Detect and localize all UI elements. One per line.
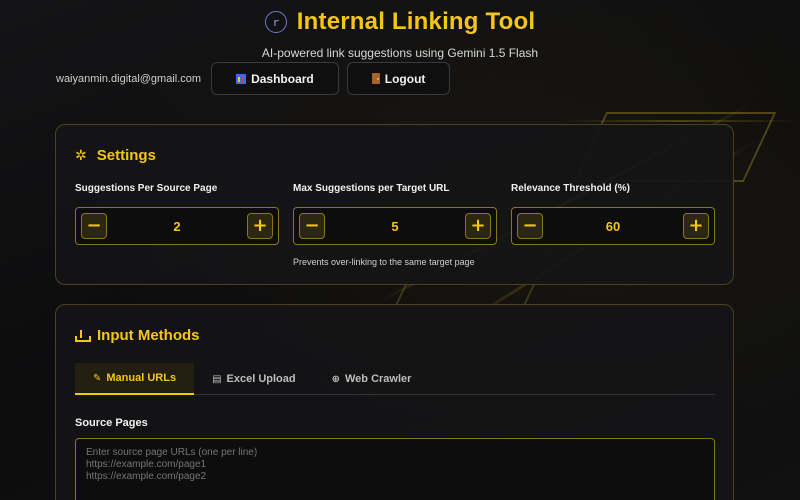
- field-label: Relevance Threshold (%): [511, 183, 630, 194]
- increment-button[interactable]: +: [246, 213, 273, 239]
- input-methods-header: Input Methods: [75, 327, 199, 344]
- edit-icon: ✎: [93, 372, 102, 384]
- app-logo-icon: r: [264, 11, 287, 33]
- app-header: r Internal Linking Tool AI-powered link …: [0, 0, 800, 60]
- door-icon: [371, 73, 380, 84]
- page-subtitle: AI-powered link suggestions using Gemini…: [261, 46, 539, 60]
- page-title: Internal Linking Tool: [296, 8, 536, 35]
- input-methods-title: Input Methods: [97, 327, 200, 344]
- tab-label: Manual URLs: [106, 372, 177, 384]
- increment-button[interactable]: +: [464, 213, 491, 239]
- source-pages-input[interactable]: [75, 438, 715, 500]
- field-label: Max Suggestions per Target URL: [293, 183, 450, 194]
- dashboard-button-label: Dashboard: [251, 71, 314, 86]
- input-method-tabs: ✎ Manual URLs ▤ Excel Upload ⊕ Web Crawl…: [75, 363, 715, 395]
- relevance-threshold-stepper: − 60 +: [511, 207, 715, 245]
- tab-label: Excel Upload: [226, 373, 296, 385]
- stepper-value[interactable]: 2: [173, 219, 180, 234]
- title-row: r Internal Linking Tool: [0, 7, 800, 37]
- tab-manual-urls[interactable]: ✎ Manual URLs: [75, 363, 195, 395]
- tab-excel-upload[interactable]: ▤ Excel Upload: [194, 363, 314, 395]
- input-methods-card: Input Methods ✎ Manual URLs ▤ Excel Uplo…: [55, 304, 734, 500]
- source-pages-label: Source Pages: [75, 417, 148, 429]
- settings-card: ✲ Settings Suggestions Per Source Page −…: [55, 124, 734, 285]
- decrement-button[interactable]: −: [517, 213, 543, 239]
- stepper-value[interactable]: 60: [606, 219, 620, 234]
- field-relevance-threshold: Relevance Threshold (%) − 60 +: [511, 183, 715, 267]
- increment-button[interactable]: +: [683, 213, 709, 239]
- user-email: waiyanmin.digital@gmail.com: [56, 72, 202, 85]
- chart-icon: [236, 73, 247, 84]
- page: r Internal Linking Tool AI-powered link …: [0, 0, 800, 500]
- logout-button[interactable]: Logout: [346, 62, 451, 95]
- file-icon: ▤: [212, 373, 222, 385]
- field-max-suggestions-per-target: Max Suggestions per Target URL − 5 + Pre…: [293, 183, 497, 267]
- field-hint: Prevents over-linking to the same target…: [293, 257, 475, 267]
- stepper-value[interactable]: 5: [391, 219, 398, 234]
- decrement-button[interactable]: −: [81, 213, 107, 239]
- tab-label: Web Crawler: [345, 373, 412, 385]
- tab-web-crawler[interactable]: ⊕ Web Crawler: [314, 363, 430, 395]
- settings-fields: Suggestions Per Source Page − 2 + Max Su…: [75, 183, 715, 267]
- user-bar: waiyanmin.digital@gmail.com Dashboard Lo…: [56, 62, 451, 95]
- max-suggestions-per-target-stepper: − 5 +: [293, 207, 497, 245]
- logout-button-label: Logout: [384, 71, 426, 86]
- field-suggestions-per-source: Suggestions Per Source Page − 2 +: [75, 183, 279, 267]
- decrement-button[interactable]: −: [299, 213, 325, 239]
- gear-icon: ✲: [75, 147, 87, 163]
- suggestions-per-source-stepper: − 2 +: [75, 207, 279, 245]
- dashboard-button[interactable]: Dashboard: [211, 62, 339, 95]
- download-icon: [75, 329, 91, 342]
- field-label: Suggestions Per Source Page: [75, 183, 218, 194]
- settings-header: ✲ Settings: [75, 147, 156, 164]
- globe-icon: ⊕: [331, 373, 340, 385]
- settings-title: Settings: [96, 147, 156, 164]
